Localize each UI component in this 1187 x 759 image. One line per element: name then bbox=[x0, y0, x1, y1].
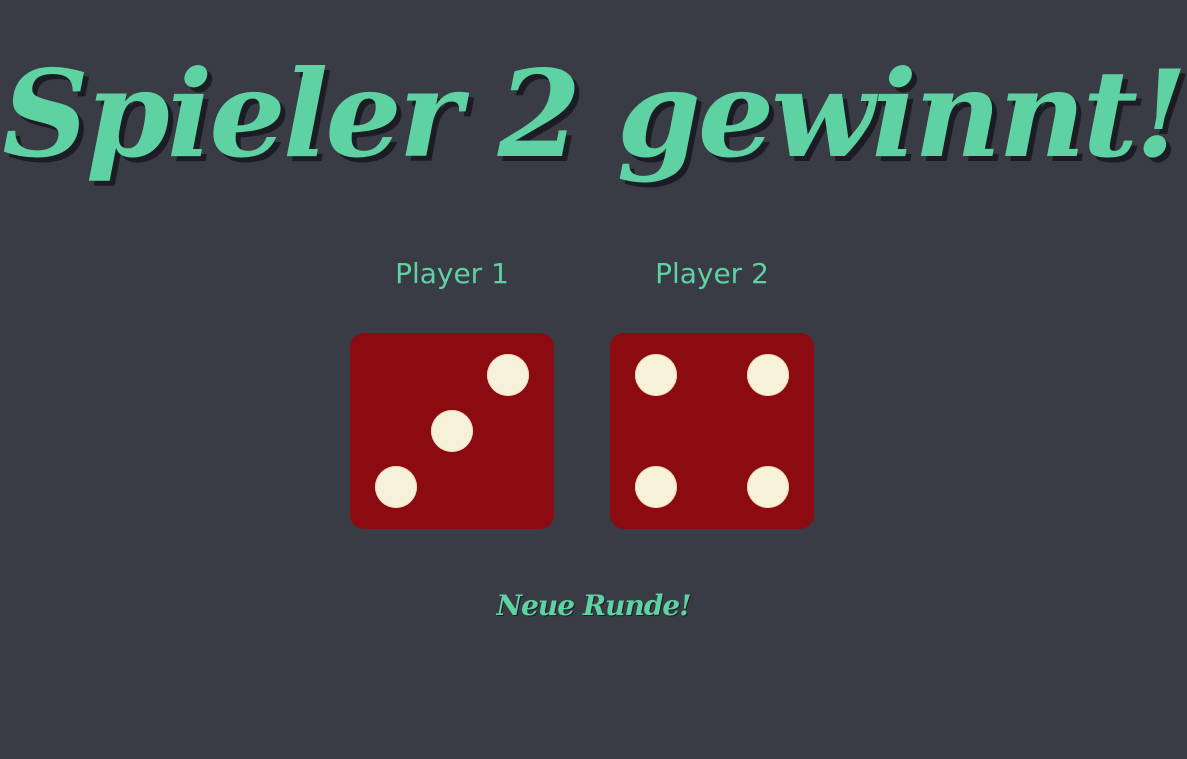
die-pip-icon bbox=[635, 466, 677, 508]
new-round-button[interactable]: Neue Runde! bbox=[0, 586, 1187, 626]
player-2-label: Player 2 bbox=[655, 257, 769, 290]
player-2-die-icon bbox=[610, 333, 814, 529]
die-pip-icon bbox=[635, 354, 677, 396]
die-pip-icon bbox=[747, 354, 789, 396]
die-pip-icon bbox=[375, 466, 417, 508]
player-1-die-icon bbox=[350, 333, 554, 529]
winner-headline: Spieler 2 gewinnt! bbox=[2, 44, 1187, 185]
die-pip-icon bbox=[747, 466, 789, 508]
die-pip-icon bbox=[431, 410, 473, 452]
player-1-label: Player 1 bbox=[395, 257, 509, 290]
die-pip-icon bbox=[487, 354, 529, 396]
